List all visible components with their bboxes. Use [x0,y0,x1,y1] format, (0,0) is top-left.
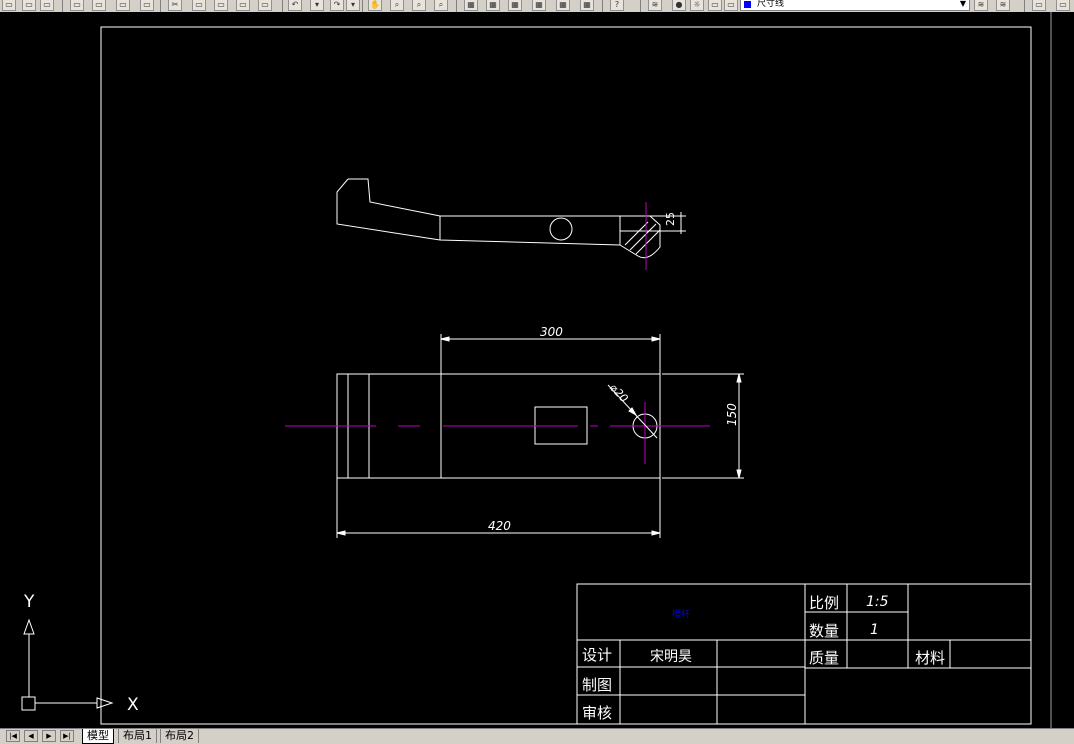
dim-top-height: 25 [664,212,677,226]
dim-length-upper: 300 [540,325,563,339]
undo-icon[interactable]: ↶ [288,0,302,11]
part-name: 撥杆 [672,608,690,620]
ucs-y-label: Y [23,592,35,612]
undo-dropdown-icon[interactable]: ▾ [310,0,324,11]
toolbar-separator [640,0,641,12]
publish-icon[interactable]: ▭ [116,0,130,11]
check-label: 审核 [582,704,612,722]
markup-icon[interactable]: ▦ [556,0,570,11]
first-tab-icon[interactable]: |◀ [6,730,20,742]
layer-lock-icon: ▭ [708,0,722,11]
tab-model[interactable]: 模型 [82,729,114,744]
plot-preview-icon[interactable]: ▭ [92,0,106,11]
redo-icon[interactable]: ↷ [330,0,344,11]
designer-name: 宋明昊 [650,649,692,665]
cut-icon[interactable]: ✂ [168,0,182,11]
block-editor-icon[interactable]: ▭ [258,0,272,11]
zoom-window-icon[interactable]: ⌕ [412,0,426,11]
mass-label: 质量 [809,649,839,667]
layer-color-swatch [744,1,751,8]
print-icon[interactable]: ▭ [70,0,84,11]
qty-label: 数量 [809,622,839,640]
title-block [576,583,1032,725]
layer-dropdown[interactable]: 尺寸线 ▼ [740,0,970,11]
zoom-realtime-icon[interactable]: ⌕ [390,0,404,11]
drawing-canvas[interactable]: 25 300 420 150 ⌀20 撥杆 比例 1:5 数量 1 设计 宋明昊… [0,12,1050,728]
side-view [336,178,686,259]
chevron-down-icon[interactable]: ▼ [960,0,966,8]
dimension-lines [336,334,744,538]
toolbar-separator [62,0,63,12]
design-label: 设计 [582,646,612,664]
layer-manager-icon[interactable]: ≋ [648,0,662,11]
layer-name: 尺寸线 [757,0,785,9]
toolbar-separator [602,0,603,12]
draw-label: 制图 [582,676,612,694]
dim-hole-diameter: ⌀20 [607,381,631,405]
open-folder-icon[interactable]: ▭ [22,0,36,11]
vertical-scrollbar[interactable] [1050,12,1074,728]
tool-palettes-icon[interactable]: ▦ [508,0,522,11]
front-view-centerlines [285,402,710,464]
color-control-icon[interactable]: ▭ [1032,0,1046,11]
toolbar-separator [362,0,363,12]
scale-value: 1:5 [866,594,889,610]
dim-length-total: 420 [488,519,511,533]
layer-plot-icon: ▭ [724,0,738,11]
layer-previous-icon[interactable]: ≋ [996,0,1010,11]
design-center-icon[interactable]: ▦ [486,0,500,11]
match-properties-icon[interactable]: ▭ [236,0,250,11]
toolbar-separator [282,0,283,12]
next-tab-icon[interactable]: ▶ [42,730,56,742]
make-current-layer-icon[interactable]: ≋ [974,0,988,11]
3d-dwf-icon[interactable]: ▭ [140,0,154,11]
layout-tabs-bar: |◀ ◀ ▶ ▶| 模型 布局1 布局2 [0,728,1074,744]
linetype-control-icon[interactable]: ▭ [1056,0,1070,11]
qty-value: 1 [870,622,879,638]
open-icon[interactable]: ▭ [2,0,16,11]
tab-layout2[interactable]: 布局2 [160,729,199,743]
pan-icon[interactable]: ✋ [368,0,382,11]
save-icon[interactable]: ▭ [40,0,54,11]
toolbar-separator [456,0,457,12]
scale-label: 比例 [809,594,839,612]
properties-icon[interactable]: ▦ [464,0,478,11]
prev-tab-icon[interactable]: ◀ [24,730,38,742]
ucs-x-label: X [127,695,139,715]
paste-icon[interactable]: ▭ [214,0,228,11]
material-label: 材料 [915,649,945,667]
quickcalc-icon[interactable]: ▦ [580,0,594,11]
toolbar-separator [1024,0,1025,12]
layer-freeze-icon: ☼ [690,0,704,11]
help-icon[interactable]: ? [610,0,624,11]
layer-on-icon: ● [672,0,686,11]
drawing-frame [100,26,1032,725]
tab-layout1[interactable]: 布局1 [118,729,157,743]
toolbar-separator [160,0,161,12]
dim-width: 150 [725,403,739,426]
last-tab-icon[interactable]: ▶| [60,730,74,742]
zoom-previous-icon[interactable]: ⌕ [434,0,448,11]
copy-icon[interactable]: ▭ [192,0,206,11]
redo-dropdown-icon[interactable]: ▾ [346,0,360,11]
ucs-icon [21,618,114,711]
sheet-set-icon[interactable]: ▦ [532,0,546,11]
